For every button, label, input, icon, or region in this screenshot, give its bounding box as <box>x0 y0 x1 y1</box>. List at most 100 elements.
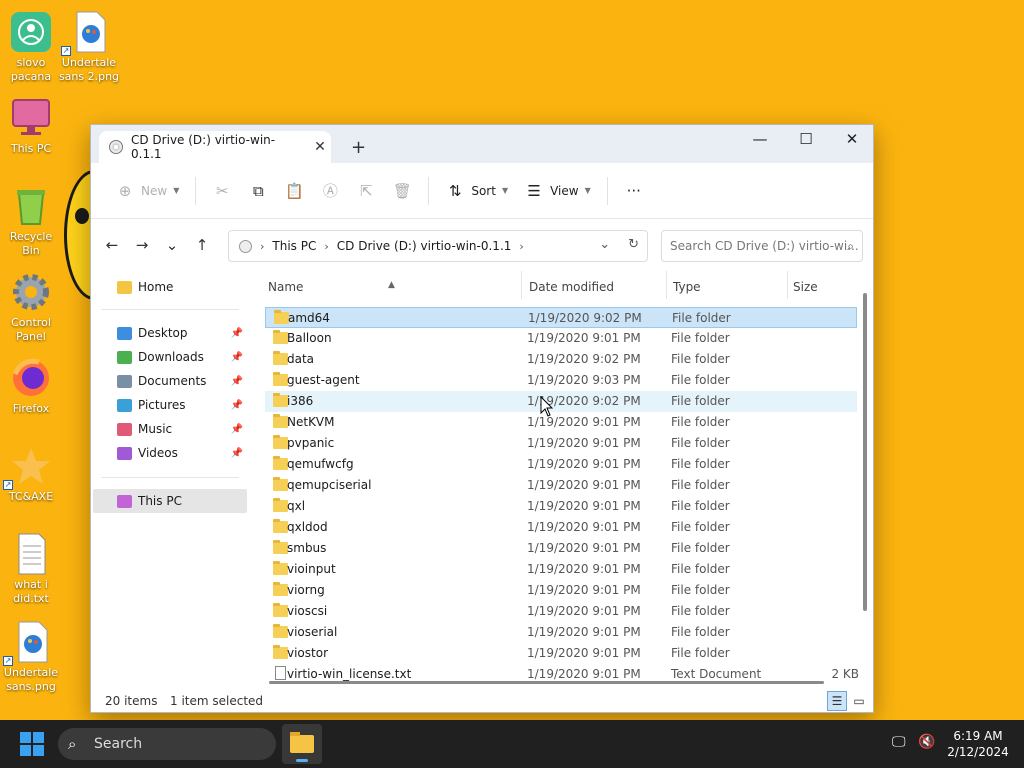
horizontal-scrollbar[interactable] <box>269 681 824 684</box>
desktop-icon-tc-axe[interactable]: ↗ TC&AXE <box>0 444 62 504</box>
sidebar-item-label: Pictures <box>138 398 186 412</box>
desktop-icon-recycle-bin[interactable]: Recycle Bin <box>0 184 62 258</box>
folder-icon <box>273 603 288 617</box>
file-name: NetKVM <box>287 415 335 429</box>
view-button[interactable]: ☰ View ▼ <box>516 175 599 207</box>
desktop-icon-undertale-sans[interactable]: ↗ Undertale sans.png <box>0 620 62 694</box>
table-row[interactable]: data 1/19/2020 9:02 PM File folder <box>265 349 857 370</box>
desktop-icon-slovo-pacana[interactable]: slovo pacana <box>0 10 62 84</box>
address-dropdown-icon[interactable]: ⌄ <box>599 237 610 252</box>
sidebar-item-pictures[interactable]: Pictures 📌 <box>93 393 247 417</box>
sidebar-item-home[interactable]: Home <box>93 275 247 299</box>
details-view-icon[interactable]: ☰ <box>827 691 847 711</box>
file-type: File folder <box>671 562 730 576</box>
table-row[interactable]: vioserial 1/19/2020 9:01 PM File folder <box>265 622 857 643</box>
file-name: smbus <box>287 541 327 555</box>
table-row[interactable]: qxldod 1/19/2020 9:01 PM File folder <box>265 517 857 538</box>
table-row[interactable]: qxl 1/19/2020 9:01 PM File folder <box>265 496 857 517</box>
sidebar-item-this-pc[interactable]: This PC <box>93 489 247 513</box>
breadcrumb-cd-drive[interactable]: CD Drive (D:) virtio-win-0.1.1 <box>337 239 512 253</box>
pin-icon: 📌 <box>230 327 243 339</box>
taskbar-clock[interactable]: 6:19 AM 2/12/2024 <box>946 728 1010 760</box>
desktop-icon-firefox[interactable]: Firefox <box>0 356 62 416</box>
desktop-icon-this-pc[interactable]: This PC <box>0 96 62 156</box>
clock-date: 2/12/2024 <box>947 745 1009 759</box>
folder-icon <box>273 498 288 512</box>
sort-button[interactable]: ⇅ Sort ▼ <box>437 175 516 207</box>
desktop-icon-undertale-sans-2[interactable]: ↗ Undertale sans 2.png <box>58 10 120 84</box>
copy-button[interactable]: ⧉ <box>240 175 276 207</box>
sort-ascending-icon: ▲ <box>388 280 395 290</box>
navigation-pane: Home Desktop 📌 Downloads 📌 Documents 📌 P… <box>91 271 251 681</box>
sidebar-item-documents[interactable]: Documents 📌 <box>93 369 247 393</box>
table-row[interactable]: viorng 1/19/2020 9:01 PM File folder <box>265 580 857 601</box>
minimize-button[interactable]: — <box>737 125 783 155</box>
explorer-tab[interactable]: CD Drive (D:) virtio-win-0.1.1 ✕ <box>99 131 331 163</box>
table-row[interactable]: qemupciserial 1/19/2020 9:01 PM File folde… <box>265 475 857 496</box>
taskbar-search-label: Search <box>94 736 143 752</box>
table-row[interactable]: viostor 1/19/2020 9:01 PM File folder <box>265 643 857 664</box>
table-row[interactable]: NetKVM 1/19/2020 9:01 PM File folder <box>265 412 857 433</box>
table-row[interactable]: Balloon 1/19/2020 9:01 PM File folder <box>265 328 857 349</box>
clock-time: 6:19 AM <box>953 729 1003 743</box>
table-row[interactable]: qemufwcfg 1/19/2020 9:01 PM File folder <box>265 454 857 475</box>
sidebar-item-music[interactable]: Music 📌 <box>93 417 247 441</box>
delete-button[interactable]: 🗑 <box>384 175 420 207</box>
breadcrumb-this-pc[interactable]: This PC <box>272 239 316 253</box>
volume-muted-icon[interactable]: 🔇 <box>918 734 935 750</box>
column-header-type[interactable]: Type <box>673 280 701 294</box>
tiles-view-icon[interactable]: ▭ <box>849 691 869 711</box>
cut-button[interactable]: ✂ <box>204 175 240 207</box>
close-window-button[interactable]: ✕ <box>829 125 875 155</box>
active-indicator <box>296 759 308 762</box>
address-bar[interactable]: › This PC › CD Drive (D:) virtio-win-0.1… <box>228 230 648 262</box>
sidebar-item-downloads[interactable]: Downloads 📌 <box>93 345 247 369</box>
file-type: File folder <box>671 478 730 492</box>
table-row[interactable]: guest-agent 1/19/2020 9:03 PM File folder <box>265 370 857 391</box>
forward-arrow-icon[interactable]: → <box>127 236 157 254</box>
item-count: 20 items <box>105 694 158 708</box>
title-bar: CD Drive (D:) virtio-win-0.1.1 ✕ + — ☐ ✕ <box>91 125 873 163</box>
search-input[interactable]: Search CD Drive (D:) virtio-wi... ⌕ <box>661 230 863 262</box>
file-date: 1/19/2020 9:01 PM <box>527 562 641 576</box>
close-tab-icon[interactable]: ✕ <box>309 139 331 155</box>
taskbar-search[interactable]: ⌕ Search <box>58 728 276 760</box>
network-icon[interactable]: 🖵 <box>892 734 906 750</box>
table-row[interactable]: smbus 1/19/2020 9:01 PM File folder <box>265 538 857 559</box>
table-row[interactable]: pvpanic 1/19/2020 9:01 PM File folder <box>265 433 857 454</box>
column-header-size[interactable]: Size <box>793 280 818 294</box>
vertical-scrollbar[interactable] <box>863 293 867 611</box>
see-more-button[interactable]: ··· <box>616 175 652 207</box>
rename-button[interactable]: Ⓐ <box>312 175 348 207</box>
desktop-icon-what-i-did[interactable]: what i did.txt <box>0 532 62 606</box>
table-row[interactable]: amd64 1/19/2020 9:02 PM File folder <box>265 307 857 328</box>
desktop-icon-control-panel[interactable]: Control Panel <box>0 270 62 344</box>
new-button[interactable]: ⊕ New ▼ <box>107 175 187 207</box>
file-date: 1/19/2020 9:01 PM <box>527 436 641 450</box>
column-header-name[interactable]: Name <box>268 280 303 294</box>
recent-locations-chevron-icon[interactable]: ⌄ <box>157 236 187 254</box>
share-icon: ⇱ <box>360 181 373 200</box>
sidebar-item-videos[interactable]: Videos 📌 <box>93 441 247 465</box>
sidebar-item-desktop[interactable]: Desktop 📌 <box>93 321 247 345</box>
folder-icon <box>273 519 288 533</box>
table-row[interactable]: i386 1/19/2020 9:02 PM File folder <box>265 391 857 412</box>
windows-start-icon[interactable] <box>20 732 44 756</box>
taskbar: ⌕ Search 🖵 🔇 6:19 AM 2/12/2024 <box>0 720 1024 768</box>
maximize-button[interactable]: ☐ <box>783 125 829 155</box>
file-date: 1/19/2020 9:01 PM <box>527 625 641 639</box>
table-row[interactable]: vioinput 1/19/2020 9:01 PM File folder <box>265 559 857 580</box>
back-arrow-icon[interactable]: ← <box>97 236 127 254</box>
videos-folder-icon <box>117 446 132 460</box>
downloads-folder-icon <box>117 350 132 364</box>
column-header-date[interactable]: Date modified <box>529 280 614 294</box>
up-arrow-icon[interactable]: ↑ <box>187 236 217 254</box>
table-row[interactable]: virtio-win_license.txt 1/19/2020 9:01 PM T… <box>265 664 859 681</box>
file-explorer-taskbar-button[interactable] <box>282 724 322 764</box>
table-row[interactable]: vioscsi 1/19/2020 9:01 PM File folder <box>265 601 857 622</box>
folder-icon <box>273 540 288 554</box>
refresh-icon[interactable]: ↻ <box>628 237 639 252</box>
share-button[interactable]: ⇱ <box>348 175 384 207</box>
new-tab-button[interactable]: + <box>351 137 366 158</box>
paste-button[interactable]: 📋 <box>276 175 312 207</box>
